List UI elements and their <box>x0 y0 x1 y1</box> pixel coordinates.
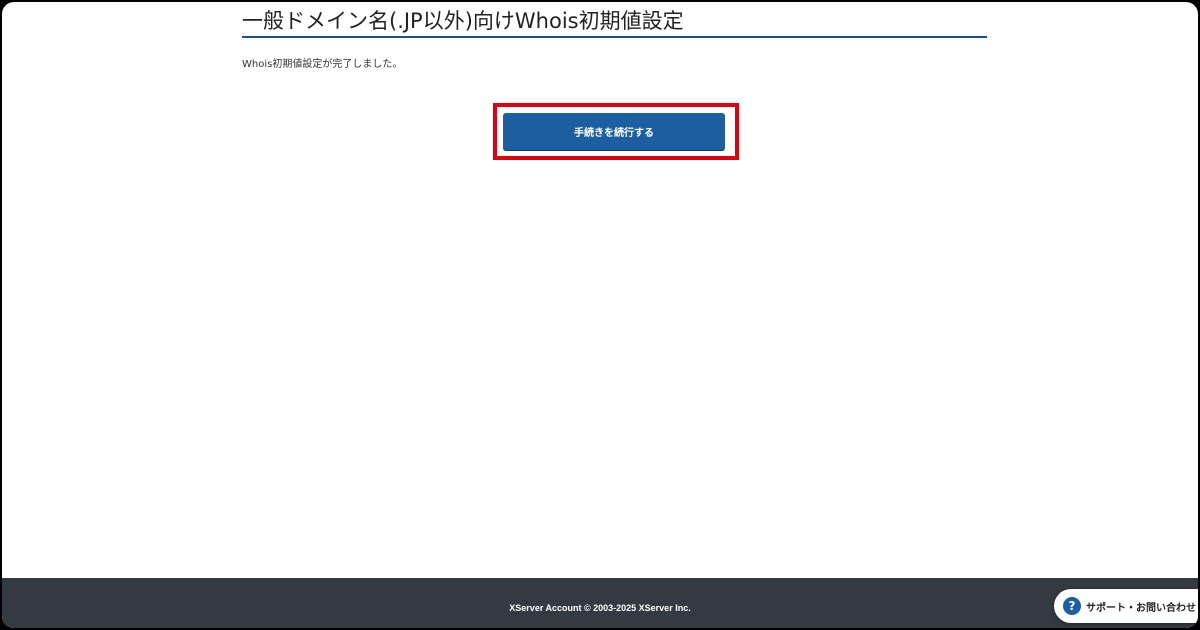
page-title: 一般ドメイン名(.JP以外)向けWhois初期値設定 <box>242 2 987 38</box>
support-contact-label: サポート・お問い合わせ <box>1086 602 1196 614</box>
main-content: 一般ドメイン名(.JP以外)向けWhois初期値設定 Whois初期値設定が完了… <box>242 2 987 72</box>
footer-copyright: XServer Account © 2003-2025 XServer Inc. <box>509 603 691 613</box>
continue-procedure-button[interactable]: 手続きを続行する <box>503 113 725 150</box>
question-circle-icon: ? <box>1063 597 1081 615</box>
completion-message: Whois初期値設定が完了しました。 <box>242 59 403 70</box>
browser-viewport: 一般ドメイン名(.JP以外)向けWhois初期値設定 Whois初期値設定が完了… <box>0 0 1200 630</box>
support-contact-button[interactable]: ? サポート・お問い合わせ <box>1054 589 1198 623</box>
footer: XServer Account © 2003-2025 XServer Inc. <box>2 578 1198 628</box>
